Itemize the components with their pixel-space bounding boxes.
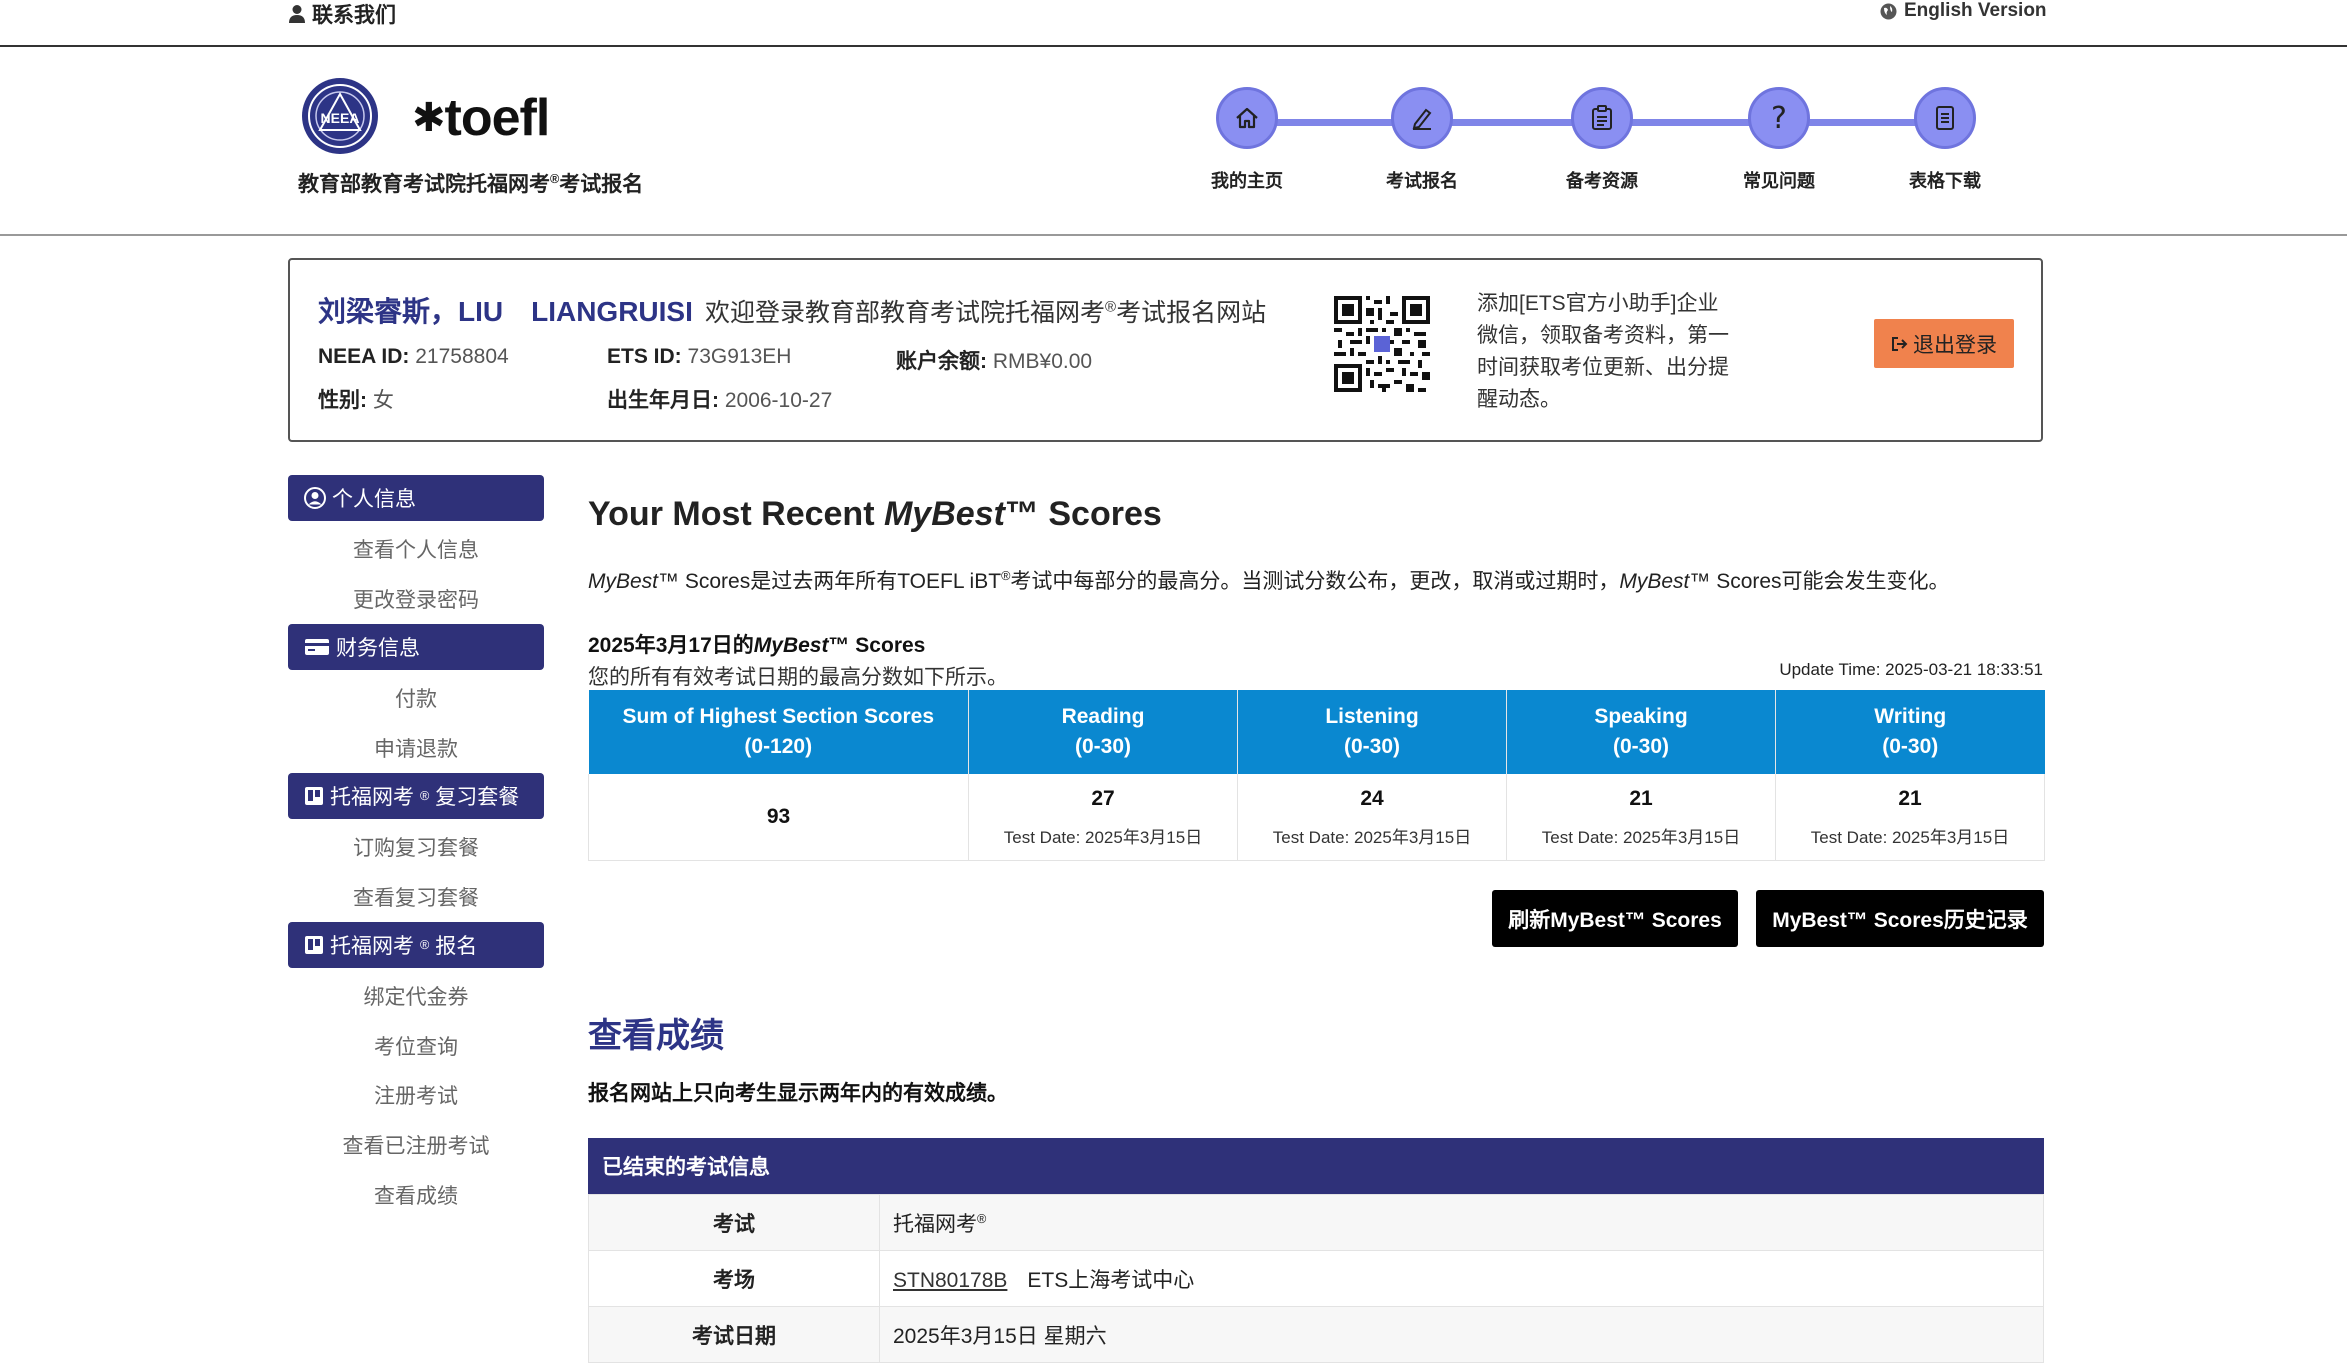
total-score-cell: 93 [588,774,969,861]
mybest-history-button[interactable]: MyBest™ Scores历史记录 [1756,890,2044,947]
table-row: 考试日期 2025年3月15日 星期六 [588,1306,2044,1363]
test-center-code-link[interactable]: STN80178B [893,1269,1007,1292]
account-balance: 账户余额: RMB¥0.00 [896,350,1093,373]
board-icon [305,787,323,805]
site-title: 教育部教育考试院托福网考®考试报名 [298,172,644,196]
header-speaking: Speaking (0-30) [1506,690,1776,774]
header-reading: Reading (0-30) [968,690,1238,774]
update-time: Update Time: 2025-03-21 18:33:51 [1779,660,2043,679]
neea-logo[interactable]: NEEA [300,76,380,161]
speaking-score-cell: 21 Test Date: 2025年3月15日 [1506,774,1776,861]
board-icon [305,936,323,954]
exam-date-value: 2025年3月15日 星期六 [879,1306,2044,1363]
wechat-promo-text: 添加[ETS官方小助手]企业微信，领取备考资料，第一时间获取考位更新、出分提醒动… [1477,292,1729,411]
user-circle-icon [304,487,326,509]
nav-prep-resources[interactable]: 备考资源 [1517,87,1687,193]
refresh-mybest-button[interactable]: 刷新MyBest™ Scores [1492,890,1738,947]
mybest-scores-title: Your Most Recent MyBest™ Scores [588,495,1162,533]
date-of-birth: 出生年月日: 2006-10-27 [607,389,833,412]
sidebar-item-registered-exams[interactable]: 查看已注册考试 [288,1130,544,1160]
question-icon: ? [1771,100,1787,136]
nav-label: 表格下载 [1909,171,1981,191]
writing-score-cell: 21 Test Date: 2025年3月15日 [1775,774,2045,861]
mybest-scores-table: Sum of Highest Section Scores (0-120) Rea… [588,690,2045,861]
user-info-panel [288,258,2043,442]
sidebar-section-review-package[interactable]: 托福网考 ® 复习套餐 [288,773,544,819]
logout-label: 退出登录 [1913,333,1997,357]
valid-scores-note: 您的所有有效考试日期的最高分数如下所示。 [588,666,1008,689]
mybest-date-title: 2025年3月17日的MyBest™ Scores [588,634,926,657]
gender: 性别: 女 [318,389,394,412]
english-version-label: English Version [1904,0,2047,21]
nav-exam-registration[interactable]: 考试报名 [1337,87,1507,193]
toefl-asterisk-icon: ✱ [412,96,446,140]
user-name: 刘梁睿斯，LIU LIANGRUISI [318,296,693,327]
english-version-link[interactable]: English Version [1880,0,2047,22]
nav-form-download[interactable]: 表格下载 [1860,87,2030,193]
neea-id: NEEA ID: 21758804 [318,345,509,368]
sidebar-section-personal-info[interactable]: 个人信息 [288,475,544,521]
nav-my-home[interactable]: 我的主页 [1162,87,1332,193]
header-listening: Listening (0-30) [1237,690,1507,774]
ets-id: ETS ID: 73G913EH [607,345,792,368]
toefl-logo-text: toefl [444,89,551,147]
edit-icon [1412,108,1432,130]
neea-emblem-icon: NEEA [302,78,378,154]
home-icon [1236,107,1258,129]
test-center-label: 考场 [588,1250,880,1307]
nav-label: 备考资源 [1566,171,1638,191]
sidebar-item-bind-voucher[interactable]: 绑定代金券 [288,981,544,1011]
sidebar-item-refund[interactable]: 申请退款 [288,733,544,763]
table-row: 考场 STN80178B ETS上海考试中心 [588,1250,2044,1307]
document-icon [1936,106,1954,130]
sidebar-item-register-exam[interactable]: 注册考试 [288,1080,544,1110]
nav-faq[interactable]: ? 常见问题 [1694,87,1864,193]
exam-date-label: 考试日期 [588,1306,880,1363]
user-icon [289,4,305,23]
globe-icon [1880,3,1897,19]
toefl-logo[interactable]: ✱toefl [412,88,551,148]
exam-value: 托福网考® [879,1194,2044,1251]
valid-period-notice: 报名网站上只向考生显示两年内的有效成绩。 [588,1082,1008,1105]
header-total: Sum of Highest Section Scores (0-120) [588,690,969,774]
mybest-description: MyBest™ Scores是过去两年所有TOEFL iBT®考试中每部分的最高… [588,569,1950,593]
table-row: 考试 托福网考® [588,1194,2044,1251]
view-scores-title: 查看成绩 [588,1017,724,1055]
sidebar-item-seat-search[interactable]: 考位查询 [288,1031,544,1061]
table-header-row: Sum of Highest Section Scores (0-120) Rea… [588,690,2045,774]
clipboard-icon [1592,105,1612,130]
ended-exam-table: 考试 托福网考® 考场 STN80178B ETS上海考试中心 考试日期 2025… [588,1194,2044,1363]
table-row: 93 27 Test Date: 2025年3月15日 24 Test Date: … [588,774,2045,861]
contact-us-label: 联系我们 [312,3,396,27]
exam-label: 考试 [588,1194,880,1251]
reading-score-cell: 27 Test Date: 2025年3月15日 [968,774,1238,861]
sidebar-section-finance[interactable]: 财务信息 [288,624,544,670]
nav-label: 考试报名 [1386,171,1458,191]
header-writing: Writing (0-30) [1775,690,2045,774]
logout-icon [1892,336,1908,351]
nav-label: 我的主页 [1211,171,1283,191]
wechat-qr-code [1334,296,1430,392]
contact-us-link[interactable]: 联系我们 [288,0,396,27]
sidebar-item-view-package[interactable]: 查看复习套餐 [288,882,544,912]
nav-label: 常见问题 [1743,171,1815,191]
sidebar-item-payment[interactable]: 付款 [288,683,544,713]
welcome-message: 欢迎登录教育部教育考试院托福网考®考试报名网站 [705,298,1267,327]
sidebar-item-view-scores[interactable]: 查看成绩 [288,1180,544,1210]
sidebar-section-registration[interactable]: 托福网考 ® 报名 [288,922,544,968]
svg-text:NEEA: NEEA [321,110,360,126]
ended-exam-header: 已结束的考试信息 [588,1138,2044,1194]
sidebar-item-order-package[interactable]: 订购复习套餐 [288,832,544,862]
listening-score-cell: 24 Test Date: 2025年3月15日 [1237,774,1507,861]
sidebar-item-view-personal-info[interactable]: 查看个人信息 [288,534,544,564]
logout-button[interactable]: 退出登录 [1874,319,2014,368]
test-center-value: STN80178B ETS上海考试中心 [879,1250,2044,1307]
credit-card-icon [305,639,329,655]
sidebar-item-change-password[interactable]: 更改登录密码 [288,584,544,614]
test-center-name: ETS上海考试中心 [1027,1268,1195,1292]
